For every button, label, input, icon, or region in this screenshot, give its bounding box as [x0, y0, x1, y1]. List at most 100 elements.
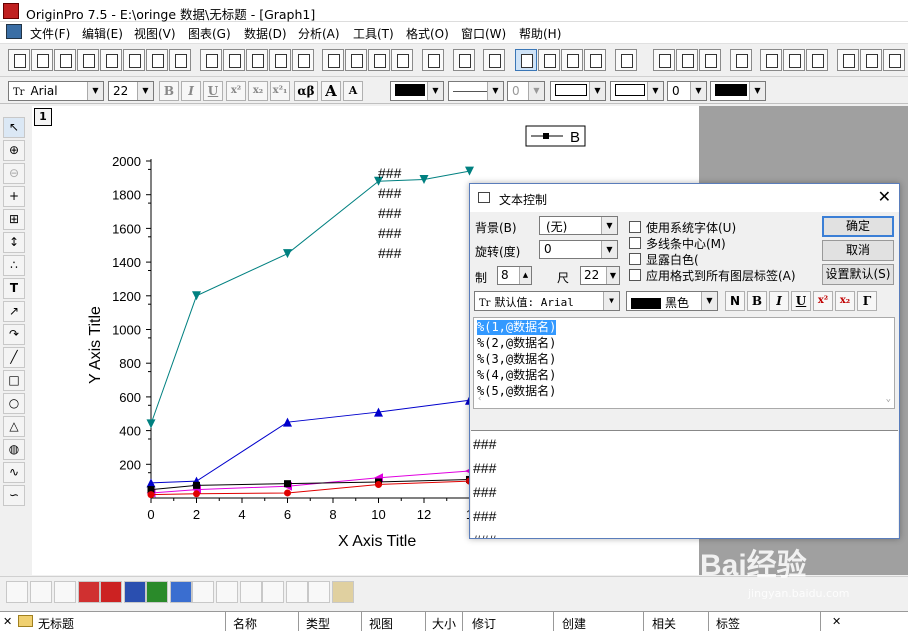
scroll-down-icon[interactable]: ⌄ [886, 394, 891, 404]
column-header-type[interactable]: 类型 [306, 615, 330, 631]
dialog-underline-button[interactable]: U [791, 291, 811, 311]
background-select[interactable]: (无) ▼ [539, 216, 618, 235]
spinner-icon[interactable]: ▲ [519, 267, 531, 284]
chevron-down-icon: ▼ [749, 82, 765, 100]
multiline-center-checkbox[interactable] [629, 237, 641, 249]
dialog-italic-button[interactable]: I [769, 291, 789, 311]
chart-legend[interactable]: B [525, 125, 586, 147]
column-header-label[interactable]: 标签 [716, 615, 740, 631]
y-tick-label: 1400 [112, 255, 141, 270]
bar-chart-icon[interactable] [78, 581, 100, 603]
legend-label: B [570, 129, 580, 146]
set-default-button[interactable]: 设置默认(S) [822, 264, 894, 285]
column-header-created[interactable]: 创建 [562, 615, 586, 631]
series-line [150, 399, 470, 484]
column-header-modified[interactable]: 修订 [472, 615, 496, 631]
x-tick-label: 6 [284, 507, 291, 522]
series-marker [147, 491, 155, 499]
polar-plot-icon[interactable] [192, 581, 214, 603]
dialog-superscript-button[interactable]: x² [813, 291, 833, 311]
close-icon[interactable]: ✕ [878, 188, 891, 206]
text-control-dialog: 文本控制 ✕ 背景(B) (无) ▼ 旋转(度) 0 ▼ 制 8 ▲ 尺 22 ▼ 使用… [469, 183, 900, 539]
size-select[interactable]: 22 ▼ [580, 266, 620, 285]
column-header-size[interactable]: 大小 [432, 615, 456, 631]
column-chart-icon[interactable] [100, 581, 122, 603]
chevron-down-icon: ▼ [701, 292, 717, 310]
text-annotation[interactable]: ### ### ### ### ### [378, 165, 402, 261]
vector-xyam-icon[interactable] [308, 581, 330, 603]
chevron-down-icon: ▼ [606, 267, 619, 284]
size-spinner[interactable]: 8 ▲ [497, 266, 532, 285]
watermark-logo: Bai经验 [700, 549, 807, 582]
text-preview: ### ### ### ### ### [471, 430, 898, 538]
system-font-checkbox[interactable] [629, 221, 641, 233]
y-tick-label: 200 [119, 457, 141, 472]
dialog-icon [478, 192, 490, 203]
cancel-button[interactable]: 取消 [822, 240, 894, 261]
x-tick-label: 10 [371, 507, 385, 522]
font-color-select[interactable]: ▼ [710, 81, 766, 101]
size-label-a: 制 [475, 271, 488, 285]
rotation-select[interactable]: 0 ▼ [539, 240, 618, 259]
x-axis-title[interactable]: X Axis Title [338, 533, 416, 550]
close-icon[interactable]: ✕ [832, 615, 841, 628]
waterfall-icon[interactable] [262, 581, 284, 603]
series-marker [193, 481, 200, 489]
rescale-icon[interactable] [730, 49, 752, 71]
dialog-font-select[interactable]: Tr 默认值: Arial ▼ [474, 291, 620, 311]
column-separator [298, 612, 299, 631]
whole-page-icon[interactable] [699, 49, 721, 71]
y-tick-label: 1200 [112, 289, 141, 304]
ternary-plot-icon[interactable] [216, 581, 238, 603]
column-header-view[interactable]: 视图 [369, 615, 393, 631]
dialog-color-select[interactable]: 黑色 ▼ [626, 291, 718, 311]
preview-line: ### [473, 508, 497, 524]
show-white-checkbox[interactable] [629, 253, 641, 265]
column-separator [225, 612, 226, 631]
line-plot-icon[interactable] [6, 581, 28, 603]
ok-button[interactable]: 确定 [822, 216, 894, 237]
axis-top-icon[interactable] [883, 49, 905, 71]
text-edit-box[interactable]: %(1,@数据名) %(2,@数据名) %(3,@数据名) %(4,@数据名) … [473, 317, 895, 409]
series-marker [284, 480, 291, 488]
y-axis-title[interactable]: Y Axis Title [87, 306, 104, 384]
fill-area-icon[interactable] [170, 581, 192, 603]
series-marker [465, 166, 474, 176]
annotation-line: ### [378, 225, 402, 241]
column-header-name[interactable]: 名称 [233, 615, 257, 631]
y-tick-label: 800 [119, 356, 141, 371]
pie-chart-icon[interactable] [124, 581, 146, 603]
scroll-left-icon[interactable]: ‹ [477, 394, 482, 404]
line-symbol-plot-icon[interactable] [54, 581, 76, 603]
series-line [150, 170, 470, 425]
layer-2-icon[interactable] [783, 49, 805, 71]
annotation-line: ### [378, 245, 402, 261]
layer-1-icon[interactable] [760, 49, 782, 71]
dialog-bold-button[interactable]: B [747, 291, 767, 311]
annotation-line: ### [378, 165, 402, 181]
x-tick-label: 12 [417, 507, 431, 522]
area-chart-icon[interactable] [146, 581, 168, 603]
column-separator [643, 612, 644, 631]
column-separator [361, 612, 362, 631]
smith-chart-icon[interactable] [240, 581, 262, 603]
column-header-dependents[interactable]: 相关 [652, 615, 676, 631]
text-line: %(5,@数据名) [477, 384, 557, 398]
y-tick-label: 2000 [112, 154, 141, 169]
folder-icon [18, 615, 33, 627]
axis-right-icon[interactable] [860, 49, 882, 71]
scatter-plot-icon[interactable] [30, 581, 52, 603]
apply-all-layers-checkbox[interactable] [629, 269, 641, 281]
background-label: 背景(B) [475, 221, 517, 235]
dialog-greek-button[interactable]: Γ [857, 291, 877, 311]
normal-style-button[interactable]: N [725, 291, 745, 311]
layer-3-icon[interactable] [806, 49, 828, 71]
vector-plot-icon[interactable] [286, 581, 308, 603]
dialog-subscript-button[interactable]: x₂ [835, 291, 855, 311]
preview-line: ### [473, 532, 496, 538]
folder-name[interactable]: 无标题 [38, 615, 74, 631]
template-library-icon[interactable] [332, 581, 354, 603]
close-icon[interactable]: ✕ [3, 615, 12, 628]
axis-left-icon[interactable] [837, 49, 859, 71]
show-white-label: 显露白色( [646, 253, 699, 267]
